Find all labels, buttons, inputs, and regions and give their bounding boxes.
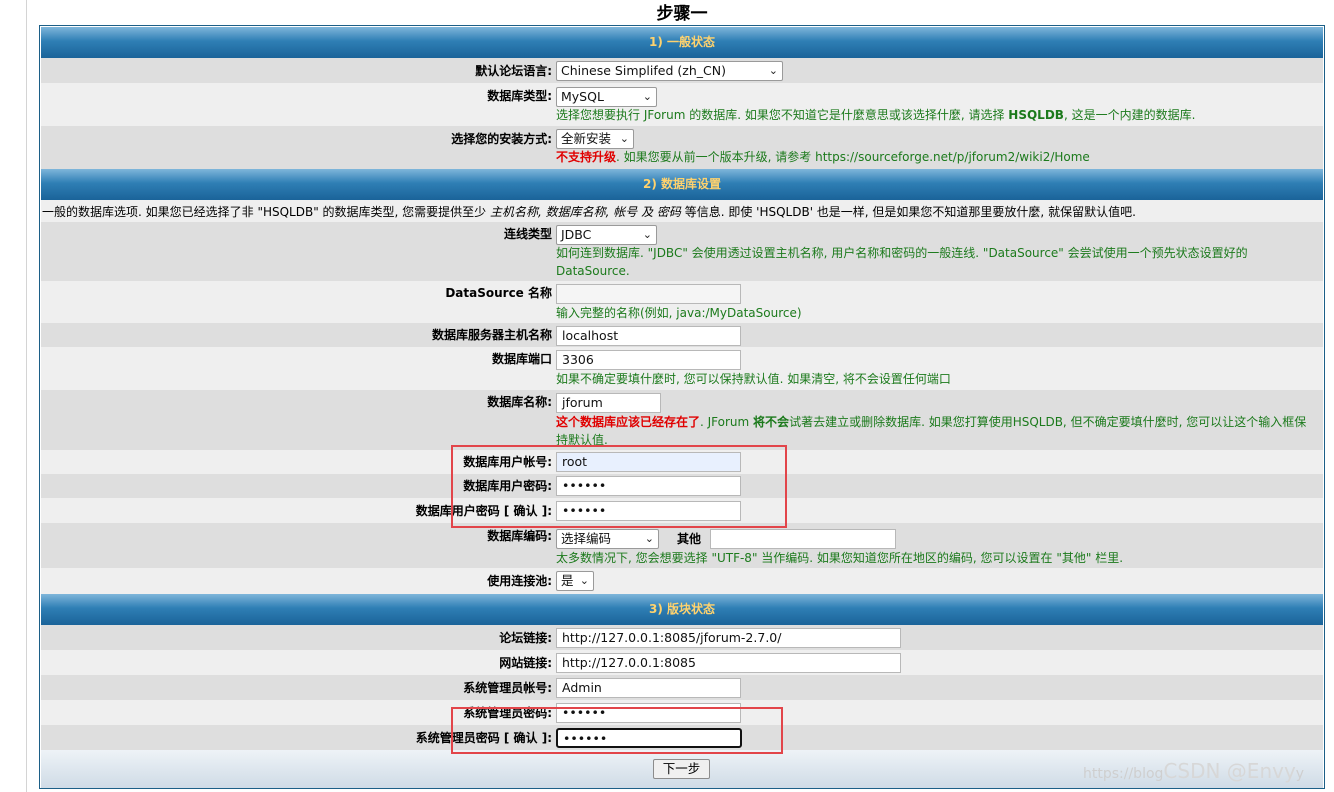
encoding-select[interactable]: 选择编码 ⌄ bbox=[556, 529, 659, 549]
csdn-watermark: https://blogCSDN @Envyy bbox=[1083, 759, 1305, 783]
dbtype-select[interactable]: MySQL ⌄ bbox=[556, 87, 657, 107]
pool-label: 使用连接池: bbox=[487, 574, 552, 588]
encoding-other-input[interactable] bbox=[710, 529, 896, 549]
admin-user-label: 系统管理员帐号: bbox=[463, 681, 552, 695]
conn-type-label: 连线类型 bbox=[503, 227, 552, 241]
pool-select[interactable]: 是 ⌄ bbox=[556, 571, 594, 591]
chevron-down-icon: ⌄ bbox=[644, 532, 654, 545]
datasource-input[interactable] bbox=[556, 284, 741, 304]
conn-type-help: 如何连到数据库. "JDBC" 会使用透过设置主机名称, 用户名称和密码的一般连… bbox=[556, 246, 1248, 278]
chevron-down-icon: ⌄ bbox=[619, 132, 629, 145]
chevron-down-icon: ⌄ bbox=[642, 90, 652, 103]
install-label: 选择您的安装方式: bbox=[451, 132, 552, 146]
language-label: 默认论坛语言: bbox=[475, 64, 552, 78]
install-form: 1) 一般状态 默认论坛语言: Chinese Simplifed (zh_CN… bbox=[39, 25, 1325, 789]
section-header-general: 1) 一般状态 bbox=[41, 27, 1323, 58]
host-label: 数据库服务器主机名称 bbox=[431, 328, 552, 342]
host-input[interactable]: localhost bbox=[556, 326, 741, 346]
highlight-box-db-credentials bbox=[451, 445, 787, 528]
forum-link-label: 论坛链接: bbox=[499, 631, 552, 645]
datasource-help: 输入完整的名称(例如, java:/MyDataSource) bbox=[556, 306, 802, 320]
install-select[interactable]: 全新安装 ⌄ bbox=[556, 129, 634, 149]
encoding-help: 太多数情况下, 您会想要选择 "UTF-8" 当作编码. 如果您知道您所在地区的… bbox=[556, 551, 1124, 565]
forum-link-input[interactable]: http://127.0.0.1:8085/jforum-2.7.0/ bbox=[556, 628, 901, 648]
admin-user-input[interactable]: Admin bbox=[556, 678, 741, 698]
site-link-input[interactable]: http://127.0.0.1:8085 bbox=[556, 653, 901, 673]
dbname-label: 数据库名称: bbox=[487, 395, 552, 409]
install-note: 不支持升级. 如果您要从前一个版本升级, 请参考 https://sourcef… bbox=[556, 150, 1090, 164]
datasource-label: DataSource 名称 bbox=[445, 286, 552, 300]
chevron-down-icon: ⌄ bbox=[642, 228, 652, 241]
encoding-label: 数据库编码: bbox=[487, 529, 552, 543]
page-title: 步骤一 bbox=[656, 4, 708, 24]
encoding-other-label: 其他 bbox=[677, 532, 702, 546]
highlight-box-admin-password bbox=[451, 707, 783, 754]
port-help: 如果不确定要填什麼时, 您可以保持默认值. 如果清空, 将不会设置任何端口 bbox=[556, 372, 951, 386]
db-intro-text: 一般的数据库选项. 如果您已经选择了非 "HSQLDB" 的数据库类型, 您需要… bbox=[42, 205, 1136, 219]
next-button[interactable]: 下一步 bbox=[653, 759, 710, 779]
left-divider bbox=[26, 0, 27, 792]
port-input[interactable]: 3306 bbox=[556, 350, 741, 370]
port-label: 数据库端口 bbox=[491, 352, 552, 366]
dbtype-label: 数据库类型: bbox=[487, 89, 552, 103]
language-select[interactable]: Chinese Simplifed (zh_CN) ⌄ bbox=[556, 61, 783, 81]
dbtype-help: 选择您想要执行 JForum 的数据库. 如果您不知道它是什麼意思或该选择什麼,… bbox=[556, 108, 1196, 122]
section-header-forum: 3) 版块状态 bbox=[41, 594, 1323, 625]
site-link-label: 网站链接: bbox=[499, 656, 552, 670]
section-header-database: 2) 数据库设置 bbox=[41, 169, 1323, 200]
chevron-down-icon: ⌄ bbox=[579, 574, 589, 587]
dbname-input[interactable]: jforum bbox=[556, 393, 661, 413]
chevron-down-icon: ⌄ bbox=[768, 64, 778, 77]
dbname-help: 这个数据库应该已经存在了. JForum 将不会试著去建立或删除数据库. 如果您… bbox=[556, 415, 1307, 447]
conn-type-select[interactable]: JDBC ⌄ bbox=[556, 225, 657, 245]
